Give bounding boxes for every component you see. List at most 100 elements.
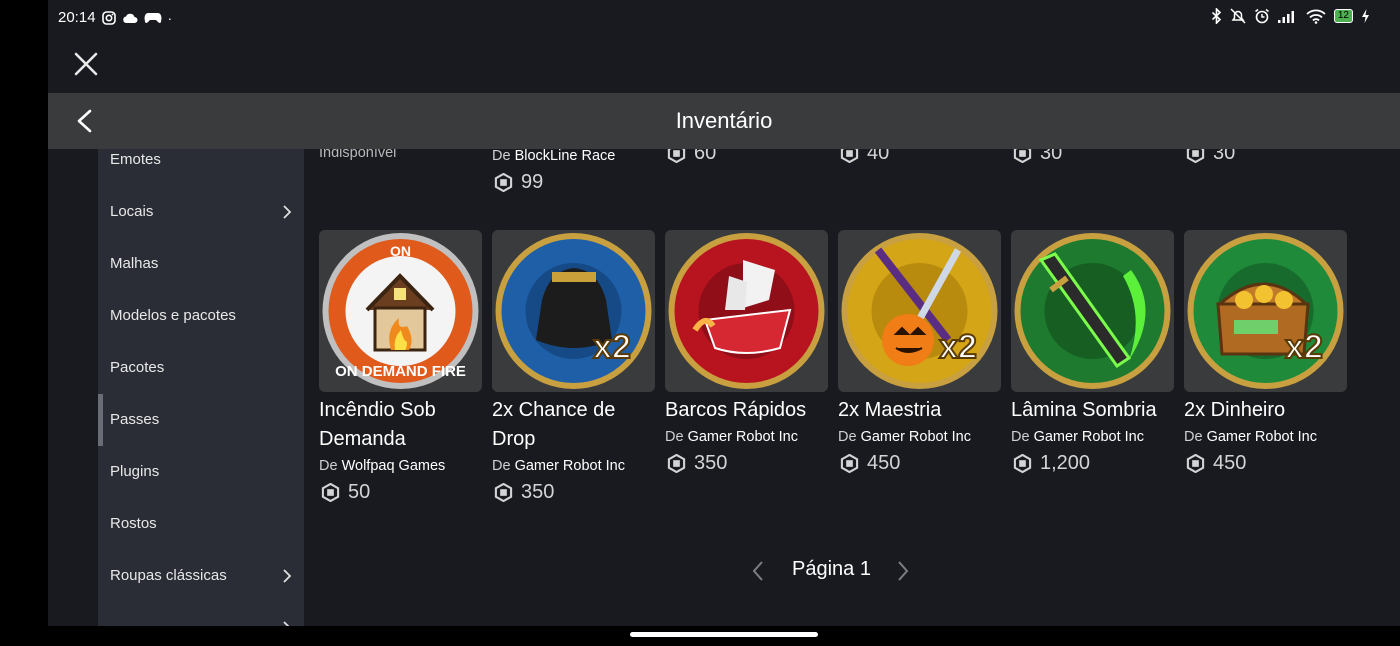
by-prefix: De xyxy=(1184,429,1203,445)
cloud-icon xyxy=(122,13,138,23)
sidebar-item-pacotes[interactable]: Pacotes xyxy=(98,342,304,394)
item-creator: De Gamer Robot Inc xyxy=(1011,429,1144,445)
robux-icon xyxy=(494,173,513,192)
creator-name[interactable]: Gamer Robot Inc xyxy=(688,429,798,445)
price-value: 30 xyxy=(1040,149,1063,164)
instagram-icon xyxy=(101,10,116,25)
sidebar-item-label: Modelos e pacotes xyxy=(110,307,236,324)
item-creator: De Gamer Robot Inc xyxy=(665,429,798,445)
sidebar-item-label: Pacotes xyxy=(110,359,165,376)
wifi-icon xyxy=(1306,9,1326,24)
sidebar-item-malhas[interactable]: Malhas xyxy=(98,238,304,290)
creator-name[interactable]: Wolfpaq Games xyxy=(342,458,446,474)
signal-icon xyxy=(1277,11,1294,23)
price-value: 99 xyxy=(521,171,544,193)
by-prefix: De xyxy=(838,429,857,445)
item-thumbnail[interactable]: x2 xyxy=(492,230,655,392)
status-left: 20:14 · xyxy=(58,9,172,26)
header-bar: Inventário xyxy=(48,93,1400,149)
creator-name[interactable]: Gamer Robot Inc xyxy=(1034,429,1144,445)
badge-text-bottom: ON DEMAND FIRE xyxy=(335,363,466,380)
item-price: 1,200 xyxy=(1013,452,1090,475)
item-price: 30 xyxy=(1013,149,1062,165)
bluetooth-icon xyxy=(1211,8,1222,24)
active-indicator xyxy=(98,394,103,446)
category-sidebar: Emotes Locais Malhas Modelos e pacotes P… xyxy=(98,149,304,626)
item-price: 50 xyxy=(321,481,370,504)
item-thumbnail[interactable] xyxy=(665,230,828,392)
item-name[interactable]: 2x Chance de Drop xyxy=(492,396,655,454)
sidebar-item-roupas-classicas[interactable]: Roupas clássicas xyxy=(98,550,304,602)
sidebar-item-plugins[interactable]: Plugins xyxy=(98,446,304,498)
robux-icon xyxy=(494,483,513,502)
gamepad-icon xyxy=(144,12,162,23)
price-value: 450 xyxy=(1213,452,1247,474)
sidebar-item-modelos-e-pacotes[interactable]: Modelos e pacotes xyxy=(98,290,304,342)
chevron-left-icon[interactable] xyxy=(751,559,765,583)
item-name[interactable]: 2x Dinheiro xyxy=(1184,396,1347,425)
item-status: Indisponível xyxy=(319,149,397,161)
alarm-icon xyxy=(1254,8,1269,24)
robux-icon xyxy=(840,149,859,163)
inventory-grid: Indisponível De BlockLine Race 99 60 40 … xyxy=(304,149,1400,626)
status-right: 12 xyxy=(1211,8,1370,24)
item-name[interactable]: Lâmina Sombria xyxy=(1011,396,1174,425)
badge-text: x2 xyxy=(1285,328,1323,366)
close-icon[interactable] xyxy=(68,46,104,82)
robux-icon xyxy=(1013,454,1032,473)
item-name[interactable]: Incêndio Sob Demanda xyxy=(319,396,482,454)
price-value: 60 xyxy=(694,149,717,164)
sidebar-item-label: Plugins xyxy=(110,463,160,480)
by-prefix: De xyxy=(319,458,338,474)
item-price: 450 xyxy=(840,452,900,475)
price-value: 350 xyxy=(521,481,555,503)
sidebar-item-passes[interactable]: Passes xyxy=(98,394,304,446)
item-name[interactable]: 2x Maestria xyxy=(838,396,1001,425)
badge-text: x2 xyxy=(939,328,977,366)
item-thumbnail[interactable] xyxy=(1011,230,1174,392)
price-value: 1,200 xyxy=(1040,452,1091,474)
by-prefix: De xyxy=(492,149,511,164)
item-creator: De Wolfpaq Games xyxy=(319,458,445,474)
item-creator: De Gamer Robot Inc xyxy=(492,458,625,474)
robux-icon xyxy=(321,483,340,502)
item-price: 99 xyxy=(494,171,543,194)
price-value: 50 xyxy=(348,481,371,503)
item-thumbnail[interactable]: x2 xyxy=(838,230,1001,392)
chevron-right-icon xyxy=(283,205,292,219)
chevron-right-icon[interactable] xyxy=(896,559,910,583)
charging-icon xyxy=(1362,9,1369,23)
robux-icon xyxy=(1186,149,1205,163)
sidebar-item-label: Passes xyxy=(110,411,160,428)
item-name[interactable]: Barcos Rápidos xyxy=(665,396,828,425)
sidebar-item-label: Roupas clássicas xyxy=(110,567,227,584)
sidebar-item-rostos[interactable]: Rostos xyxy=(98,498,304,550)
item-thumbnail[interactable]: x2 xyxy=(1184,230,1347,392)
chevron-right-icon xyxy=(283,621,290,626)
item-price: 30 xyxy=(1186,149,1235,165)
creator-name[interactable]: Gamer Robot Inc xyxy=(861,429,971,445)
item-price: 450 xyxy=(1186,452,1246,475)
robux-icon xyxy=(1013,149,1032,163)
sidebar-item-label: Malhas xyxy=(110,255,159,272)
by-prefix: De xyxy=(1011,429,1030,445)
sidebar-item-label: Rostos xyxy=(110,515,157,532)
creator-name[interactable]: Gamer Robot Inc xyxy=(515,458,625,474)
price-value: 450 xyxy=(867,452,901,474)
sidebar-item-emotes[interactable]: Emotes xyxy=(98,149,304,186)
robux-icon xyxy=(667,454,686,473)
creator-name[interactable]: Gamer Robot Inc xyxy=(1207,429,1317,445)
item-thumbnail[interactable]: ON ON DEMAND FIRE xyxy=(319,230,482,392)
badge-text: x2 xyxy=(593,328,631,366)
item-creator: De BlockLine Race xyxy=(492,149,615,164)
dot-icon: · xyxy=(167,9,173,26)
status-bar: 20:14 · 12 xyxy=(48,0,1400,36)
badge-text-top: ON xyxy=(390,243,411,259)
gesture-nav-bar[interactable] xyxy=(630,632,818,637)
app-window: 20:14 · 12 Inventário Emotes Locais Malh… xyxy=(48,0,1400,626)
creator-name[interactable]: BlockLine Race xyxy=(515,149,616,164)
robux-icon xyxy=(1186,454,1205,473)
sidebar-item-partial[interactable] xyxy=(98,602,304,626)
robux-icon xyxy=(840,454,859,473)
sidebar-item-locais[interactable]: Locais xyxy=(98,186,304,238)
